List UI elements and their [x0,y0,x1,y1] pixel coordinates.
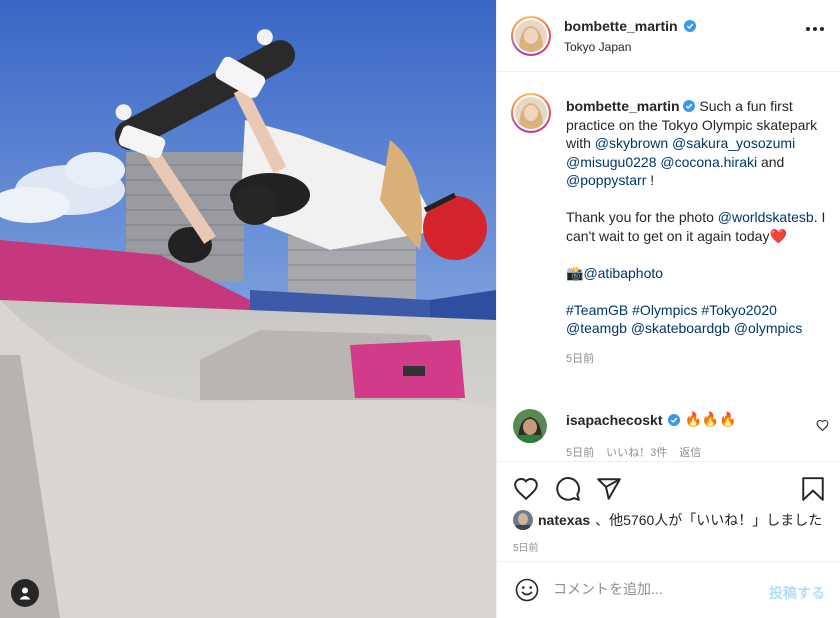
mention-link[interactable]: @cocona.hiraki [660,154,757,170]
likes-summary: natexas 、他5760人が「いいね！」しました [513,510,822,530]
mention-link[interactable]: @worldskatesb [718,209,814,225]
reply-button[interactable]: 返信 [679,444,701,460]
comment-text: 🔥🔥🔥 [684,411,737,427]
caption-author[interactable]: bombette_martin [566,98,680,114]
hashtag-link[interactable]: #TeamGB [566,302,628,318]
user-tag-button[interactable] [11,579,39,607]
verified-badge-icon [683,100,696,112]
verified-badge-icon [667,413,680,426]
user-tag-icon [19,587,31,600]
caption-word: ! [650,172,655,188]
skateboarder-photo [0,0,496,618]
mention-link[interactable]: @poppystarr [566,172,646,188]
post-header: bombette_martin Tokyo Japan [497,0,840,72]
comment-composer: 投稿する [497,561,840,618]
camera-emoji: 📸 [566,264,584,281]
hashtag-link[interactable]: #Olympics [632,302,697,318]
liker-avatar[interactable] [513,510,533,530]
mention-link[interactable]: @sakura_yosozumi [672,135,795,151]
commenter-username[interactable]: isapachecoskt [566,412,663,428]
paper-plane-icon[interactable] [596,476,622,502]
author-username[interactable]: bombette_martin [564,18,678,34]
likes-count-text[interactable]: 、他5760人が「いいね！」しました [595,510,822,530]
mention-link[interactable]: @skybrown [595,135,668,151]
caption-text: bombette_martin Such a fun first practic… [566,97,831,368]
more-options-icon[interactable] [806,27,824,31]
mention-link[interactable]: @atibaphoto [583,265,663,281]
post-timestamp[interactable]: 5日前 [513,539,539,554]
comment-bubble-icon[interactable] [555,476,581,502]
bookmark-icon[interactable] [801,476,825,502]
post-side-panel: bombette_martin Tokyo Japan bombette_mar… [496,0,840,618]
comments-list[interactable]: bombette_martin Such a fun first practic… [497,73,840,461]
caption-author-avatar[interactable] [511,93,551,133]
comment-input[interactable] [553,581,753,597]
mention-link[interactable]: @skateboardgb [631,320,730,336]
caption-timestamp[interactable]: 5日前 [566,350,831,369]
commenter-avatar[interactable] [513,409,547,443]
comment-likes-count[interactable]: いいね！3件 [606,444,667,460]
post-comment-button[interactable]: 投稿する [769,583,825,603]
post-actions: natexas 、他5760人が「いいね！」しました 5日前 [497,461,840,561]
caption-line: Thank you for the photo [566,209,714,225]
verified-badge-icon [683,20,696,32]
post-photo[interactable] [0,0,496,618]
liker-username[interactable]: natexas [538,512,590,528]
hashtag-link[interactable]: #Tokyo2020 [701,302,777,318]
heart-outline-icon[interactable] [513,476,539,502]
comment-like-heart-icon[interactable] [816,419,829,432]
caption-word: and [760,153,785,170]
comment-timestamp[interactable]: 5日前 [566,444,594,460]
author-avatar[interactable] [511,16,551,56]
mention-link[interactable]: @teamgb [566,320,627,336]
post-location[interactable]: Tokyo Japan [564,40,631,54]
mention-link[interactable]: @olympics [734,320,803,336]
heart-emoji: ❤️ [769,227,787,244]
mention-link[interactable]: @misugu0228 [566,154,657,170]
emoji-smile-icon[interactable] [515,578,539,602]
